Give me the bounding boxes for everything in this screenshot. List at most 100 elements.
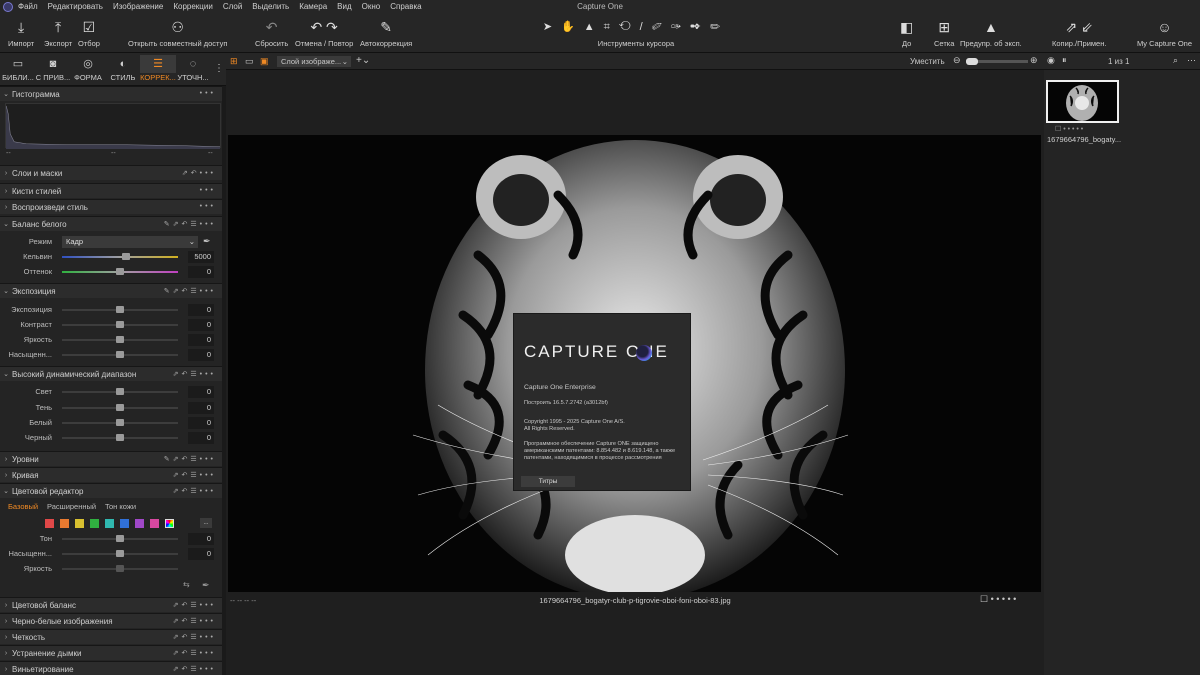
section-replay-style[interactable]: › Воспроизведи стиль ••• bbox=[0, 199, 222, 214]
section-color-balance[interactable]: › Цветовой баланс ⇗↶☰••• bbox=[0, 597, 222, 612]
slider-handle[interactable] bbox=[116, 321, 124, 328]
brush-icon[interactable]: ✐ bbox=[652, 21, 671, 33]
section-actions-icon[interactable]: ✎⇗↶☰••• bbox=[164, 220, 216, 228]
slider-handle[interactable] bbox=[116, 434, 124, 441]
eraser-icon[interactable]: ✑ bbox=[671, 21, 690, 33]
hue-value[interactable]: 0 bbox=[188, 533, 214, 545]
menu-camera[interactable]: Камера bbox=[299, 2, 327, 11]
grid-view-icon[interactable]: ⊞ bbox=[230, 56, 238, 67]
section-actions-icon[interactable]: ✎⇗↶☰••• bbox=[164, 455, 216, 463]
tint-slider-handle[interactable] bbox=[116, 268, 124, 275]
slider-handle[interactable] bbox=[116, 388, 124, 395]
eyedropper-icon[interactable]: ✒ bbox=[203, 236, 211, 247]
section-actions-icon[interactable]: ⇗↶☰••• bbox=[173, 649, 216, 657]
tab-adjustments[interactable]: ☰ КОРРЕК... bbox=[140, 55, 176, 82]
fit-button[interactable]: Уместить bbox=[910, 57, 945, 66]
section-black-white[interactable]: › Черно-белые изображения ⇗↶☰••• bbox=[0, 613, 222, 628]
color-swatch[interactable] bbox=[60, 519, 69, 528]
copy-apply-button[interactable]: ⇗ ⇙ Копир./Примен. bbox=[1052, 16, 1106, 48]
tab-color-skin[interactable]: Тон кожи bbox=[105, 502, 136, 511]
share-button[interactable]: ⚇ Открыть совместный доступ bbox=[128, 16, 227, 48]
zoom-slider-handle[interactable] bbox=[966, 58, 978, 65]
menu-adjustments[interactable]: Коррекции bbox=[173, 2, 212, 11]
zoom-in-icon[interactable]: ⊕ bbox=[1030, 55, 1038, 66]
section-actions-icon[interactable]: ⇗↶☰••• bbox=[173, 665, 216, 673]
eye-icon[interactable]: ◉ bbox=[1047, 55, 1055, 66]
zoom-slider[interactable] bbox=[966, 58, 1028, 65]
section-color-editor[interactable]: ⌄ Цветовой редактор ⇗↶☰••• bbox=[0, 483, 222, 498]
grid-button[interactable]: ⊞ Сетка bbox=[934, 16, 954, 48]
slider-handle[interactable] bbox=[116, 419, 124, 426]
color-wheel-icon[interactable] bbox=[165, 519, 174, 528]
tab-library[interactable]: ▭ БИБЛИ... bbox=[0, 55, 36, 82]
menu-help[interactable]: Справка bbox=[390, 2, 421, 11]
section-actions-icon[interactable]: ⇗↶••• bbox=[182, 169, 216, 177]
exposure-warning-button[interactable]: ▲ Предупр. об эксп. bbox=[960, 16, 1022, 48]
reset-icon[interactable]: ⇆ bbox=[183, 580, 190, 589]
rating-stars[interactable]: ☐ • • • • • bbox=[980, 594, 1016, 605]
more-icon[interactable]: ••• bbox=[200, 187, 216, 194]
tab-details[interactable]: ◌ УТОЧН... bbox=[175, 55, 211, 82]
thumbnail-rating[interactable]: ☐ • • • • • bbox=[1055, 125, 1083, 133]
picker-icon[interactable]: ✒ bbox=[690, 21, 710, 33]
section-actions-icon[interactable]: ⇗↶☰••• bbox=[173, 617, 216, 625]
tab-shape[interactable]: ◎ ФОРМА bbox=[70, 55, 106, 82]
section-histogram[interactable]: ⌄ Гистограмма ••• bbox=[0, 86, 222, 101]
crop-icon[interactable]: ⌗ bbox=[604, 21, 619, 33]
more-icon[interactable]: ••• bbox=[200, 90, 216, 97]
add-icon[interactable]: +⌄ bbox=[356, 55, 370, 66]
ce-lightness-value[interactable] bbox=[188, 563, 214, 575]
slider-handle[interactable] bbox=[116, 336, 124, 343]
slider-handle[interactable] bbox=[116, 351, 124, 358]
section-clarity[interactable]: › Четкость ⇗↶☰••• bbox=[0, 629, 222, 644]
menu-file[interactable]: Файл bbox=[18, 2, 38, 11]
color-swatch[interactable] bbox=[45, 519, 54, 528]
wb-mode-select[interactable]: Кадр ⌄ bbox=[62, 236, 198, 248]
menu-view[interactable]: Вид bbox=[337, 2, 351, 11]
tab-color-basic[interactable]: Базовый bbox=[8, 502, 38, 511]
menu-layer[interactable]: Слой bbox=[223, 2, 242, 11]
section-actions-icon[interactable]: ⇗↶☰••• bbox=[173, 601, 216, 609]
tint-value[interactable]: 0 bbox=[188, 266, 214, 278]
auto-adjust-button[interactable]: ✎ Автокоррекция bbox=[360, 16, 412, 48]
stamp-icon[interactable]: ▲ bbox=[584, 21, 604, 33]
slider-handle[interactable] bbox=[116, 565, 124, 572]
color-swatch[interactable] bbox=[75, 519, 84, 528]
color-swatch[interactable] bbox=[120, 519, 129, 528]
photo-tiger[interactable]: CAPTURE ONE Capture One Enterprise Постр… bbox=[228, 135, 1041, 592]
saturation-value[interactable]: 0 bbox=[188, 349, 214, 361]
section-white-balance[interactable]: ⌄ Баланс белого ✎⇗↶☰••• bbox=[0, 216, 222, 231]
section-actions-icon[interactable]: ⇗↶☰••• bbox=[173, 487, 216, 495]
thumbnail-image[interactable] bbox=[1046, 80, 1119, 123]
black-value[interactable]: 0 bbox=[188, 432, 214, 444]
pointer-icon[interactable]: ➤ bbox=[543, 21, 561, 33]
layer-select[interactable]: Слой изображе... ⌄ bbox=[277, 56, 351, 67]
reset-button[interactable]: ↶ Сбросить bbox=[255, 16, 288, 48]
section-style-brushes[interactable]: › Кисти стилей ••• bbox=[0, 183, 222, 198]
keystone-icon[interactable]: / bbox=[640, 21, 652, 33]
section-levels[interactable]: › Уровни ✎⇗↶☰••• bbox=[0, 451, 222, 466]
kelvin-slider[interactable] bbox=[62, 256, 178, 258]
slider-handle[interactable] bbox=[116, 404, 124, 411]
ce-saturation-value[interactable]: 0 bbox=[188, 548, 214, 560]
more-icon[interactable]: ⋮ bbox=[214, 63, 224, 74]
filter-icon[interactable]: ⏸ bbox=[1062, 55, 1067, 66]
section-curve[interactable]: › Кривая ⇗↶☰••• bbox=[0, 467, 222, 482]
more-icon[interactable]: ... bbox=[200, 518, 212, 528]
tab-style[interactable]: ◐ СТИЛЬ bbox=[105, 55, 141, 82]
color-swatch[interactable] bbox=[135, 519, 144, 528]
eyedropper-icon[interactable]: ✒ bbox=[202, 580, 210, 591]
hand-icon[interactable]: ✋ bbox=[561, 21, 584, 33]
section-hdr[interactable]: ⌄ Высокий динамический диапазон ⇗↶☰••• bbox=[0, 366, 222, 381]
color-swatch[interactable] bbox=[105, 519, 114, 528]
kelvin-slider-handle[interactable] bbox=[122, 253, 130, 260]
account-button[interactable]: ☺ My Capture One bbox=[1137, 16, 1192, 48]
slider-handle[interactable] bbox=[116, 306, 124, 313]
export-button[interactable]: ⤒ Экспорт bbox=[44, 16, 72, 48]
before-button[interactable]: ◧ До bbox=[900, 16, 913, 48]
undo-redo-button[interactable]: ↶ ↷ Отмена / Повтор bbox=[295, 16, 353, 48]
section-dehaze[interactable]: › Устранение дымки ⇗↶☰••• bbox=[0, 645, 222, 660]
slider-handle[interactable] bbox=[116, 535, 124, 542]
brightness-value[interactable]: 0 bbox=[188, 334, 214, 346]
menu-image[interactable]: Изображение bbox=[113, 2, 163, 11]
